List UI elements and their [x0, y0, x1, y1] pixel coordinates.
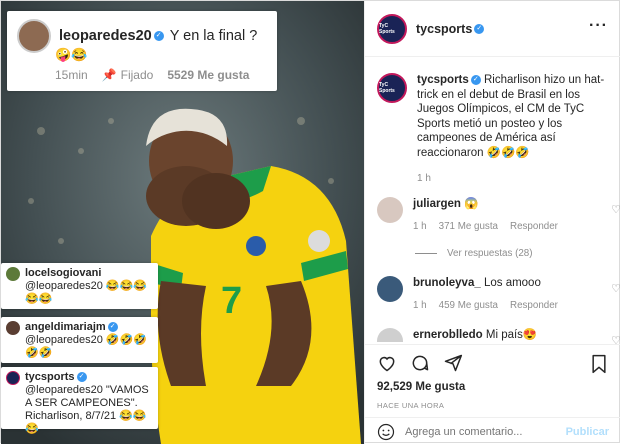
- post-header: TyC Sports tycsports ✓ ···: [365, 1, 620, 57]
- bookmark-icon[interactable]: [590, 354, 608, 374]
- verified-icon: ✓: [153, 31, 164, 41]
- overlay-comment-locelso: locelsogiovani @leoparedes20 😂😂😂😂😂: [1, 263, 158, 309]
- comment-text: Mi país😍: [485, 329, 538, 341]
- overlay-top-username: leoparedes20: [59, 28, 152, 44]
- comment-input[interactable]: [405, 425, 555, 438]
- juliargen-avatar[interactable]: [377, 197, 403, 223]
- instagram-post-window: 7 leoparedes20 ✓ Y en la final ? 🤪😂 15mi…: [0, 0, 620, 444]
- replies-label: Ver respuestas (28): [447, 248, 533, 259]
- add-comment-bar: Publicar: [365, 417, 620, 445]
- overlay-user: locelsogiovani: [25, 267, 102, 279]
- comment-username[interactable]: brunoleyva_: [413, 277, 481, 289]
- overlay-top-pinned: Fijado: [120, 68, 154, 82]
- overlay-mention: @leoparedes20: [25, 384, 103, 396]
- share-icon[interactable]: [443, 353, 463, 373]
- comment-username[interactable]: erneroblledo: [413, 329, 483, 341]
- heart-icon[interactable]: [377, 353, 397, 373]
- caption-username[interactable]: tycsports: [417, 74, 469, 86]
- post-sidebar: TyC Sports tycsports ✓ ··· TyC Sports ty…: [364, 1, 620, 444]
- emoji-icon[interactable]: [377, 423, 395, 441]
- overlay-top-emojis: 🤪😂: [55, 47, 88, 62]
- comment-likes[interactable]: 371 Me gusta: [439, 221, 498, 232]
- leoparedes-avatar: [17, 19, 51, 53]
- tycsports-avatar[interactable]: TyC Sports: [377, 73, 407, 103]
- overlay-comment-tycsports: tycsports ✓ @leoparedes20 "VAMOS A SER CA…: [1, 367, 158, 435]
- view-replies-link[interactable]: Ver respuestas (28): [415, 248, 533, 259]
- caption-time: 1 h: [417, 173, 431, 184]
- comment-time: 1 h: [413, 300, 427, 311]
- heart-icon[interactable]: ♡: [611, 282, 620, 295]
- svg-text:7: 7: [221, 280, 242, 322]
- overlay-top-text: Y en la final ?: [169, 28, 258, 44]
- replies-divider: [415, 253, 437, 254]
- verified-icon: ✓: [107, 322, 118, 333]
- tycsports-avatar[interactable]: TyC Sports: [377, 13, 407, 44]
- pin-icon: 📌: [101, 68, 117, 82]
- post-photo[interactable]: 7 leoparedes20 ✓ Y en la final ? 🤪😂 15mi…: [1, 1, 364, 444]
- comment-text: 😱: [464, 198, 479, 210]
- comment-username[interactable]: juliargen: [413, 198, 461, 210]
- comment-icon[interactable]: [410, 353, 430, 373]
- erneroblledo-avatar[interactable]: [377, 328, 403, 342]
- comment-time: 1 h: [413, 221, 427, 232]
- likes-count[interactable]: 92,529 Me gusta: [377, 381, 465, 393]
- post-caption: TyC Sports tycsports ✓ Richarlison hizo u…: [377, 73, 613, 187]
- verified-icon: ✓: [474, 23, 485, 34]
- comment-item: juliargen 😱 1 h 371 Me gusta Responder ♡: [377, 197, 620, 234]
- verified-icon: ✓: [76, 372, 87, 383]
- post-timestamp: HACE UNA HORA: [377, 401, 445, 410]
- overlay-top-comment: leoparedes20 ✓ Y en la final ? 🤪😂 15min …: [7, 11, 277, 91]
- comment-item: erneroblledo Mi país😍 ♡: [377, 328, 620, 347]
- overlay-comment-dimaria: angeldimariajm ✓ @leoparedes20 🤣🤣🤣🤣🤣: [1, 317, 158, 363]
- comment-likes[interactable]: 459 Me gusta: [439, 300, 498, 311]
- tyc-avatar: [6, 371, 20, 385]
- overlay-user: tycsports: [25, 371, 75, 383]
- post-username[interactable]: tycsports: [416, 22, 472, 36]
- brunoleyva-avatar[interactable]: [377, 276, 403, 302]
- heart-icon[interactable]: ♡: [611, 203, 620, 216]
- caption-text: Richarlison hizo un hat-trick en el debu…: [417, 74, 605, 159]
- reply-button[interactable]: Responder: [510, 221, 558, 232]
- overlay-user: angeldimariajm: [25, 321, 106, 333]
- overlay-mention: @leoparedes20: [25, 334, 103, 346]
- overlay-top-time: 15min: [55, 68, 88, 82]
- comment-item: brunoleyva_ Los amooo 1 h 459 Me gusta Res…: [377, 276, 620, 313]
- locelso-avatar: [6, 267, 20, 281]
- comment-text: Los amooo: [483, 277, 541, 289]
- overlay-mention: @leoparedes20: [25, 280, 103, 292]
- verified-icon: ✓: [470, 74, 481, 85]
- dimaria-avatar: [6, 321, 20, 335]
- reply-button[interactable]: Responder: [510, 300, 558, 311]
- more-icon[interactable]: ···: [589, 18, 608, 34]
- post-actions-area: 92,529 Me gusta HACE UNA HORA Publicar: [365, 344, 620, 444]
- publish-button[interactable]: Publicar: [566, 426, 609, 438]
- overlay-top-likes: 5529 Me gusta: [167, 68, 250, 82]
